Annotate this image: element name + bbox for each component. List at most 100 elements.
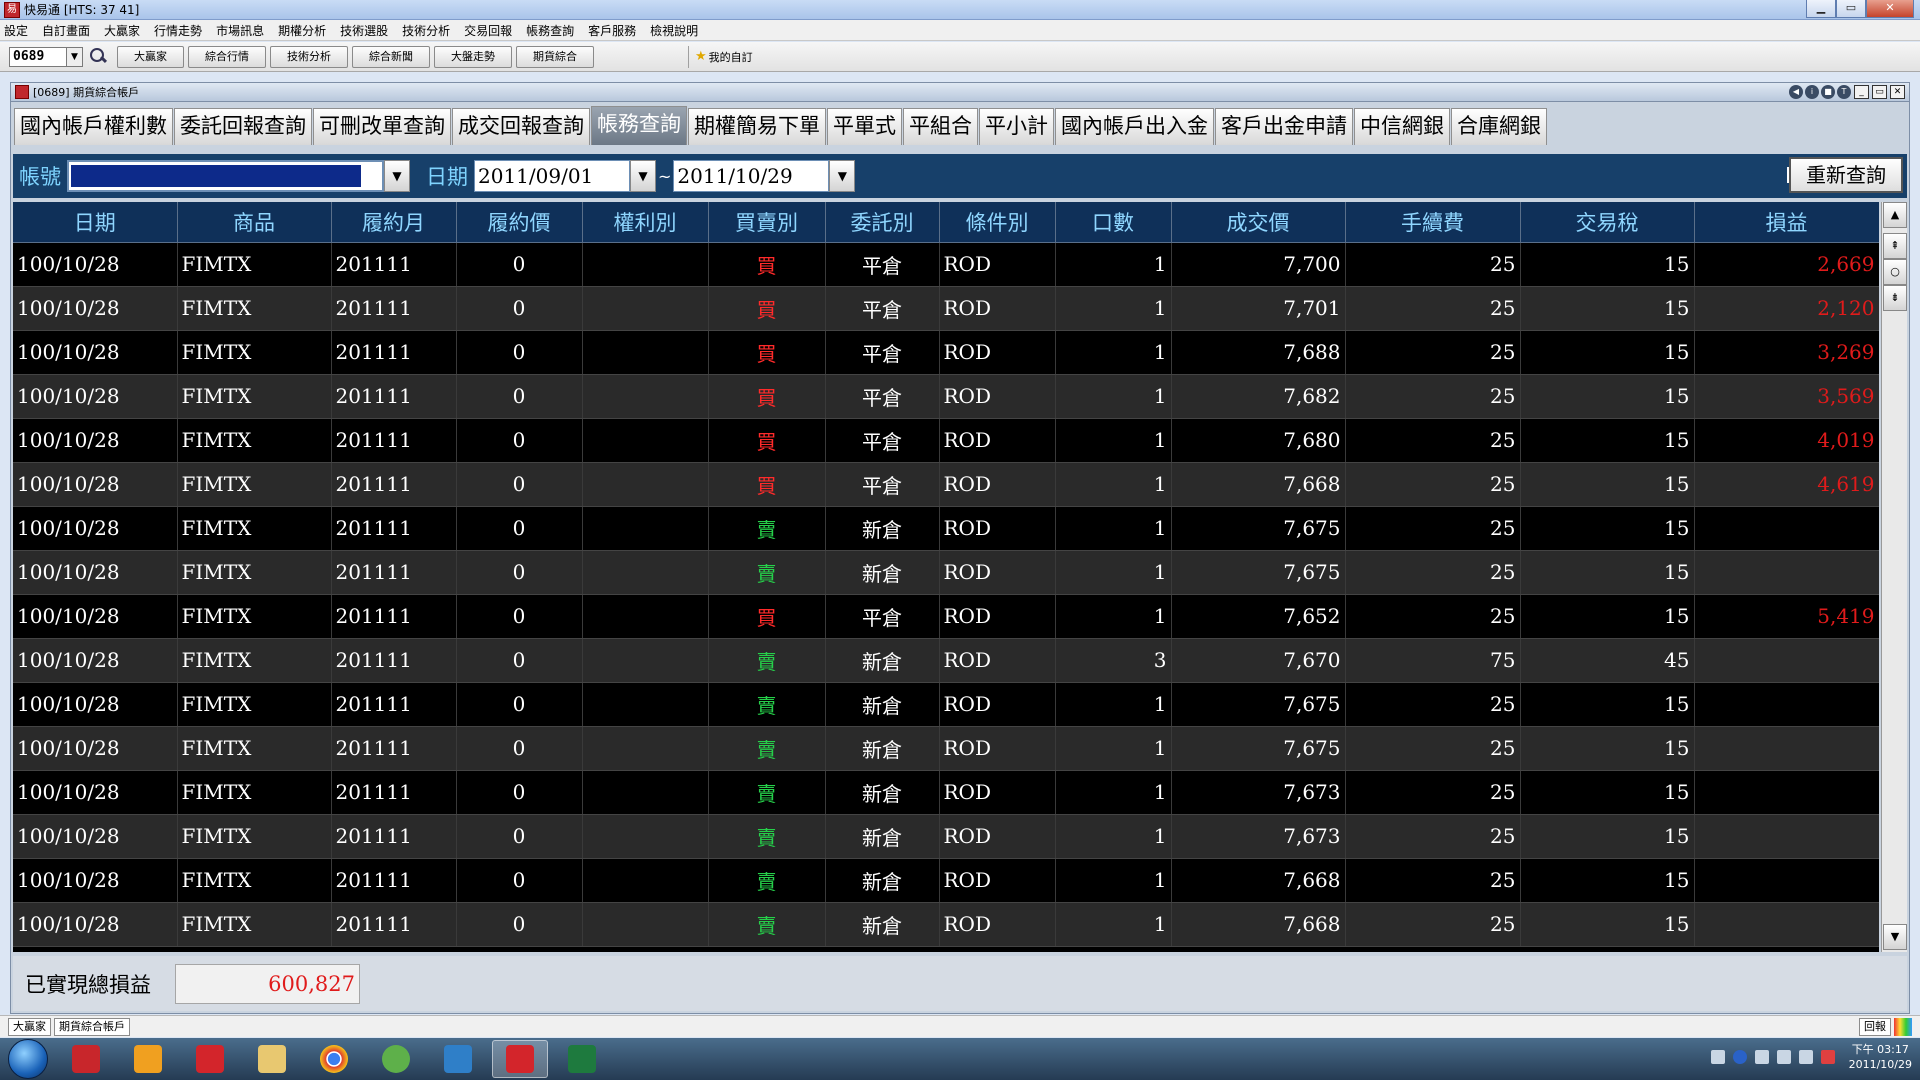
status-item-futures-account[interactable]: 期貨綜合帳戶 bbox=[54, 1017, 130, 1036]
tab-ctbc-netbank[interactable]: 中信網銀 bbox=[1354, 108, 1450, 145]
table-scrollbar[interactable]: ▲ ⇞ ○ ⇟ ▼ bbox=[1881, 202, 1907, 952]
tab-tcb-netbank[interactable]: 合庫網銀 bbox=[1451, 108, 1547, 145]
column-header[interactable]: 手續費 bbox=[1345, 202, 1521, 243]
menu-view-help[interactable]: 檢視說明 bbox=[650, 22, 698, 39]
scroll-top-button[interactable]: ⇞ bbox=[1883, 233, 1907, 259]
status-item-big-winner[interactable]: 大贏家 bbox=[8, 1017, 51, 1036]
tab-close-subtotal[interactable]: 平小計 bbox=[979, 108, 1054, 145]
taskbar-app-chrome[interactable] bbox=[306, 1040, 362, 1078]
taskbar-app-chart[interactable] bbox=[430, 1040, 486, 1078]
table-row[interactable]: 100/10/28 FIMTX 201111 0 賣新倉 ROD 1 7,673 25 15 bbox=[13, 814, 1879, 859]
toolbar-button-futures[interactable]: 期貨綜合 bbox=[516, 45, 594, 68]
inner-restore-button[interactable]: ▭ bbox=[1872, 85, 1887, 99]
column-header[interactable]: 履約價 bbox=[456, 202, 583, 243]
network-icon[interactable] bbox=[1798, 1050, 1813, 1064]
column-header[interactable]: 商品 bbox=[177, 202, 332, 243]
table-row[interactable]: 100/10/28 FIMTX 201111 0 賣新倉 ROD 1 7,675 25 15 bbox=[13, 682, 1879, 727]
stock-code-input[interactable]: 0689 bbox=[9, 46, 67, 67]
tab-order-report-query[interactable]: 委託回報查詢 bbox=[174, 108, 312, 145]
code-dropdown-button[interactable]: ▼ bbox=[67, 46, 83, 67]
column-header[interactable]: 委託別 bbox=[825, 202, 940, 243]
menu-customer-service[interactable]: 客戶服務 bbox=[588, 22, 636, 39]
search-icon[interactable] bbox=[87, 46, 109, 68]
table-row[interactable]: 100/10/28 FIMTX 201111 0 賣新倉 ROD 1 7,675 25 15 bbox=[13, 506, 1879, 551]
date-from-dropdown-button[interactable]: ▼ bbox=[630, 160, 656, 192]
toolbar-button-technical-analysis[interactable]: 技術分析 bbox=[270, 45, 348, 68]
menu-settings[interactable]: 設定 bbox=[4, 22, 28, 39]
menu-technical-screening[interactable]: 技術選股 bbox=[340, 22, 388, 39]
column-header[interactable]: 口數 bbox=[1055, 202, 1172, 243]
menu-technical-analysis[interactable]: 技術分析 bbox=[402, 22, 450, 39]
flag-icon[interactable] bbox=[1776, 1050, 1791, 1064]
start-button[interactable] bbox=[8, 1039, 48, 1079]
toolbar-button-market-overview[interactable]: 綜合行情 bbox=[188, 45, 266, 68]
column-header[interactable]: 權利別 bbox=[582, 202, 709, 243]
tab-cancellable-order-query[interactable]: 可刪改單查詢 bbox=[313, 108, 451, 145]
menu-custom-screen[interactable]: 自訂畫面 bbox=[42, 22, 90, 39]
tab-fill-report-query[interactable]: 成交回報查詢 bbox=[452, 108, 590, 145]
column-header[interactable]: 履約月 bbox=[331, 202, 457, 243]
account-select[interactable] bbox=[67, 160, 384, 192]
taskbar-app-red[interactable] bbox=[58, 1040, 114, 1078]
clock[interactable]: 下午 03:17 2011/10/29 bbox=[1849, 1042, 1912, 1072]
requery-button[interactable]: 重新查詢 bbox=[1789, 157, 1903, 193]
date-from-input[interactable]: 2011/09/01 bbox=[474, 160, 630, 192]
scroll-reset-button[interactable]: ○ bbox=[1883, 259, 1907, 285]
pin-icon[interactable]: T bbox=[1837, 85, 1851, 99]
tray-chevron-icon[interactable] bbox=[1754, 1050, 1769, 1064]
table-row[interactable]: 100/10/28 FIMTX 201111 0 買平倉 ROD 1 7,680 25 15 4,0… bbox=[13, 418, 1879, 463]
date-to-input[interactable]: 2011/10/29 bbox=[673, 160, 830, 192]
tab-domestic-deposit-withdraw[interactable]: 國內帳戶出入金 bbox=[1055, 108, 1214, 145]
column-header[interactable]: 交易稅 bbox=[1520, 202, 1695, 243]
tab-account-query[interactable]: 帳務查詢 bbox=[591, 106, 687, 145]
table-row[interactable]: 100/10/28 FIMTX 201111 0 賣新倉 ROD 1 7,675 25 15 bbox=[13, 550, 1879, 595]
table-row[interactable]: 100/10/28 FIMTX 201111 0 買平倉 ROD 1 7,688 25 15 3,2… bbox=[13, 330, 1879, 375]
column-header[interactable]: 日期 bbox=[13, 202, 178, 243]
table-row[interactable]: 100/10/28 FIMTX 201111 0 賣新倉 ROD 1 7,668 25 15 bbox=[13, 902, 1879, 947]
volume-icon[interactable] bbox=[1820, 1050, 1835, 1064]
inner-close-button[interactable]: ✕ bbox=[1890, 85, 1905, 99]
table-row[interactable]: 100/10/28 FIMTX 201111 0 買平倉 ROD 1 7,701 25 15 2,1… bbox=[13, 286, 1879, 331]
tab-options-quick-order[interactable]: 期權簡易下單 bbox=[688, 108, 826, 145]
link-icon[interactable]: ◀ bbox=[1789, 85, 1803, 99]
scroll-up-button[interactable]: ▲ bbox=[1883, 202, 1907, 228]
menu-big-winner[interactable]: 大贏家 bbox=[104, 22, 140, 39]
table-row[interactable]: 100/10/28 FIMTX 201111 0 賣新倉 ROD 1 7,675 25 15 bbox=[13, 726, 1879, 771]
help-icon[interactable] bbox=[1732, 1050, 1747, 1064]
menu-account-query[interactable]: 帳務查詢 bbox=[526, 22, 574, 39]
toolbar-button-big-winner[interactable]: 大贏家 bbox=[117, 45, 184, 68]
table-row[interactable]: 100/10/28 FIMTX 201111 0 買平倉 ROD 1 7,682 25 15 3,5… bbox=[13, 374, 1879, 419]
tab-domestic-account-equity[interactable]: 國內帳戶權利數 bbox=[14, 108, 173, 145]
menu-market-news[interactable]: 市場訊息 bbox=[216, 22, 264, 39]
tab-withdraw-request[interactable]: 客戶出金申請 bbox=[1215, 108, 1353, 145]
table-row[interactable]: 100/10/28 FIMTX 201111 0 賣新倉 ROD 1 7,673 25 15 bbox=[13, 770, 1879, 815]
menu-market-trend[interactable]: 行情走勢 bbox=[154, 22, 202, 39]
table-row[interactable]: 100/10/28 FIMTX 201111 0 買平倉 ROD 1 7,700 25 15 2,6… bbox=[13, 242, 1879, 287]
scroll-page-down-button[interactable]: ⇟ bbox=[1883, 285, 1907, 311]
toolbar-button-index-trend[interactable]: 大盤走勢 bbox=[434, 45, 512, 68]
tab-close-combo[interactable]: 平組合 bbox=[903, 108, 978, 145]
inner-minimize-button[interactable]: _ bbox=[1854, 85, 1869, 99]
table-row[interactable]: 100/10/28 FIMTX 201111 0 賣新倉 ROD 3 7,670 75 45 bbox=[13, 638, 1879, 683]
menu-options-analysis[interactable]: 期權分析 bbox=[278, 22, 326, 39]
tab-close-single[interactable]: 平單式 bbox=[827, 108, 902, 145]
date-to-dropdown-button[interactable]: ▼ bbox=[829, 160, 856, 192]
menu-trade-report[interactable]: 交易回報 bbox=[464, 22, 512, 39]
taskbar-app-explorer[interactable] bbox=[244, 1040, 300, 1078]
column-header[interactable]: 條件別 bbox=[939, 202, 1056, 243]
keyboard-icon[interactable] bbox=[1710, 1050, 1725, 1064]
taskbar-app-excel[interactable] bbox=[554, 1040, 610, 1078]
column-header[interactable]: 成交價 bbox=[1171, 202, 1346, 243]
minimize-button[interactable]: ▁ bbox=[1806, 0, 1836, 18]
info-icon[interactable]: i bbox=[1805, 85, 1819, 99]
color-palette-icon[interactable] bbox=[1894, 1018, 1912, 1036]
taskbar-app-messenger[interactable] bbox=[368, 1040, 424, 1078]
column-header[interactable]: 損益 bbox=[1694, 202, 1879, 243]
table-row[interactable]: 100/10/28 FIMTX 201111 0 買平倉 ROD 1 7,668 25 15 4,6… bbox=[13, 462, 1879, 507]
close-button[interactable]: ✕ bbox=[1866, 0, 1914, 18]
account-dropdown-button[interactable]: ▼ bbox=[384, 160, 410, 192]
taskbar-app-trading-active[interactable] bbox=[492, 1040, 548, 1078]
favorites-button[interactable]: ★ 我的自訂 bbox=[695, 49, 753, 65]
taskbar-app-outlook[interactable] bbox=[120, 1040, 176, 1078]
scroll-down-button[interactable]: ▼ bbox=[1883, 924, 1907, 950]
